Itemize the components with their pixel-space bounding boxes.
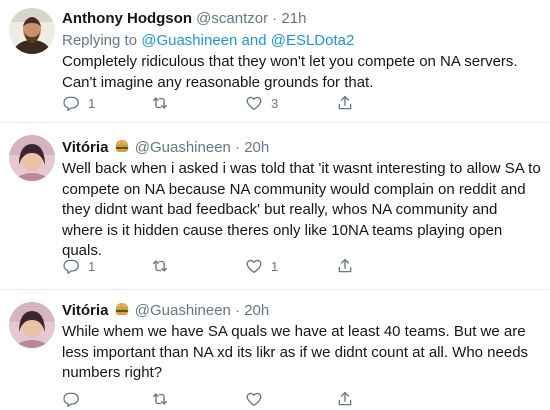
separator-dot: · [272, 10, 278, 27]
reply-icon [62, 94, 80, 112]
tweet-actions: 1 3 [62, 94, 362, 114]
reply-icon [62, 257, 80, 275]
display-name[interactable]: Vitória [62, 302, 108, 319]
tweet-text: Completely ridiculous that they won't le… [62, 53, 518, 91]
tweet[interactable]: Vitória @Guashineen · 20h While whem we … [0, 290, 550, 410]
retweet-button[interactable] [151, 390, 177, 408]
separator-dot: · [235, 302, 241, 319]
share-button[interactable] [336, 257, 354, 275]
user-handle[interactable]: @Guashineen [135, 139, 231, 156]
retweet-icon [151, 94, 169, 112]
separator-dot: · [235, 139, 241, 156]
like-count: 1 [271, 258, 279, 274]
avatar[interactable] [9, 8, 55, 54]
mention-link[interactable]: @ESLDota2 [271, 32, 355, 49]
replying-to-label: Replying to [62, 32, 138, 49]
reply-and[interactable]: and [242, 32, 267, 49]
reply-button[interactable] [62, 390, 88, 408]
retweet-icon [151, 257, 169, 275]
user-handle[interactable]: @Guashineen [135, 302, 231, 319]
display-name[interactable]: Anthony Hodgson [62, 10, 192, 27]
display-name[interactable]: Vitória [62, 139, 108, 156]
burger-emoji-icon [114, 138, 130, 154]
reply-count: 1 [88, 95, 96, 111]
reply-icon [62, 390, 80, 408]
avatar[interactable] [9, 302, 55, 348]
share-icon [336, 257, 354, 275]
timestamp[interactable]: 20h [244, 139, 269, 156]
retweet-button[interactable] [151, 257, 177, 275]
like-button[interactable]: 3 [245, 94, 278, 112]
tweet[interactable]: Vitória @Guashineen · 20h Well back when… [0, 123, 550, 288]
timestamp[interactable]: 20h [244, 302, 269, 319]
burger-emoji-icon [114, 301, 130, 317]
avatar[interactable] [9, 135, 55, 181]
tweet-text: Well back when i asked i was told that '… [62, 160, 541, 259]
reply-count: 1 [88, 258, 96, 274]
user-handle[interactable]: @scantzor [196, 10, 268, 27]
tweet-header: Vitória @Guashineen · 20h [62, 138, 269, 158]
tweet-text: While whem we have SA quals we have at l… [62, 323, 529, 381]
tweet-header: Vitória @Guashineen · 20h [62, 301, 269, 321]
timestamp[interactable]: 21h [281, 10, 306, 27]
tweet-actions [62, 390, 362, 410]
tweet-header: Anthony Hodgson @scantzor · 21h [62, 9, 306, 29]
heart-icon [245, 94, 263, 112]
mention-link[interactable]: @Guashineen [141, 32, 237, 49]
retweet-icon [151, 390, 169, 408]
like-button[interactable] [245, 390, 271, 408]
retweet-button[interactable] [151, 94, 177, 112]
share-button[interactable] [336, 390, 354, 408]
tweet[interactable]: Anthony Hodgson @scantzor · 21h Replying… [0, 0, 550, 122]
like-count: 3 [271, 95, 279, 111]
reply-button[interactable]: 1 [62, 257, 95, 275]
reply-button[interactable]: 1 [62, 94, 95, 112]
share-icon [336, 390, 354, 408]
tweet-actions: 1 1 [62, 257, 362, 277]
heart-icon [245, 257, 263, 275]
share-icon [336, 94, 354, 112]
heart-icon [245, 390, 263, 408]
like-button[interactable]: 1 [245, 257, 278, 275]
share-button[interactable] [336, 94, 354, 112]
replying-to: Replying to @Guashineen and @ESLDota2 [62, 31, 354, 51]
